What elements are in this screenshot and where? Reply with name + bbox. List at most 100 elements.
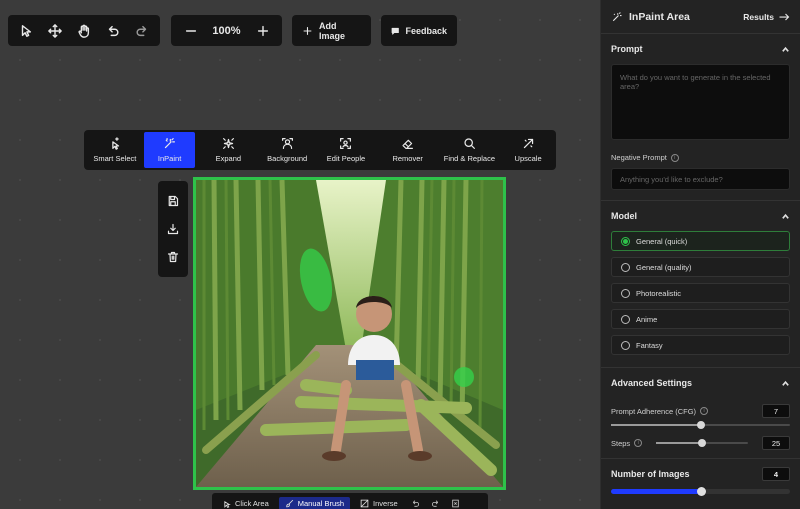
feedback-label: Feedback [405,25,447,36]
slider-thumb[interactable] [696,487,706,496]
model-option-photorealistic[interactable]: Photorealistic [611,283,790,303]
cfg-value-input[interactable]: 7 [762,404,790,418]
move-tool-button[interactable] [41,16,70,46]
prompt-section: Prompt Negative Prompt i [601,34,800,201]
model-option-label: Fantasy [636,340,663,350]
info-icon[interactable]: i [670,153,679,162]
redo-icon [136,25,146,36]
cfg-label: Prompt Adherence (CFG) [611,406,697,416]
slider-thumb[interactable] [696,421,705,429]
advanced-settings-header[interactable]: Advanced Settings [611,368,790,398]
chat-bubble-icon [391,27,399,35]
advanced-settings-section: Advanced Settings Prompt Adherence (CFG)… [601,368,800,459]
negative-prompt-label-row: Negative Prompt i [611,153,790,162]
results-label: Results [743,11,774,22]
slider-thumb[interactable] [698,439,707,447]
bamboo-path-photo [196,180,503,487]
brush-undo-button[interactable] [408,495,424,509]
brush-icon [286,499,293,507]
magic-wand-icon [612,11,622,21]
model-option-label: Photorealistic [636,288,682,298]
image-side-tools [158,181,188,277]
info-icon[interactable]: i [700,407,709,415]
model-option-general-quality[interactable]: General (quality) [611,257,790,277]
redo-icon [432,499,439,507]
zoom-in-button[interactable] [248,16,278,46]
click-cursor-icon [224,500,231,508]
model-option-general-quick[interactable]: General (quick) [611,231,790,251]
prompt-section-header[interactable]: Prompt [611,34,790,64]
model-option-label: General (quick) [636,236,688,246]
clear-mask-button[interactable] [448,495,464,509]
zoom-out-button[interactable] [176,16,206,46]
radio-icon [621,340,630,350]
mode-inpaint[interactable]: InPaint [143,132,196,168]
radio-icon [621,262,630,272]
number-of-images-heading: Number of Images [611,469,690,479]
download-button[interactable] [158,218,188,240]
mode-label: Upscale [514,154,542,163]
hand-tool-button[interactable] [70,16,99,46]
click-area-button[interactable]: Click Area [216,497,275,509]
manual-brush-button[interactable]: Manual Brush [278,496,351,509]
inverse-button[interactable]: Inverse [354,497,404,509]
results-button[interactable]: Results [743,11,790,23]
tool-group [8,15,160,46]
model-option-fantasy[interactable]: Fantasy [611,335,790,355]
mode-expand[interactable]: Expand [195,132,261,168]
canvas-area[interactable]: 100% Add Image Feedback Smart Select InP… [0,0,600,509]
cursor-icon [22,24,32,37]
prompt-heading: Prompt [611,44,643,54]
face-scan-icon [340,138,352,149]
panel-header: InPaint Area Results [601,0,800,34]
inpaint-panel: InPaint Area Results Prompt Negative Pro… [600,0,800,509]
undo-icon [413,499,420,507]
model-section-header[interactable]: Model [611,201,790,231]
plus-icon [257,25,268,36]
model-option-label: Anime [636,314,658,324]
brush-redo-button[interactable] [428,495,444,509]
model-option-anime[interactable]: Anime [611,309,790,329]
number-of-images-header: Number of Images 4 [611,459,790,489]
minus-icon [185,29,196,32]
slider-fill [656,442,703,444]
mode-edit-people[interactable]: Edit People [313,132,379,168]
mode-smart-select[interactable]: Smart Select [86,132,144,168]
click-area-label: Click Area [235,498,269,508]
info-icon[interactable]: i [634,439,643,447]
chevron-up-icon [782,380,789,386]
upscale-icon [523,138,533,149]
radio-icon [621,288,630,298]
number-of-images-input[interactable]: 4 [762,467,790,481]
steps-value-input[interactable]: 25 [762,436,790,450]
cfg-row: Prompt Adherence (CFG) i 7 [611,404,790,418]
expand-sparkle-icon [222,138,234,149]
negative-prompt-input[interactable] [611,168,790,190]
mode-remover[interactable]: Remover [379,132,437,168]
redo-button[interactable] [127,16,156,46]
magic-wand-icon [164,138,176,149]
mode-label: Smart Select [93,154,137,163]
undo-button[interactable] [98,16,127,46]
number-of-images-section: Number of Images 4 [601,459,800,496]
manual-brush-label: Manual Brush [297,498,345,508]
add-image-button[interactable]: Add Image [292,15,371,46]
canvas-image[interactable] [193,177,506,490]
prompt-input[interactable] [611,64,790,140]
download-icon [167,223,179,235]
delete-button[interactable] [158,246,188,268]
number-of-images-slider[interactable] [611,487,790,496]
mode-upscale[interactable]: Upscale [502,132,554,168]
feedback-button[interactable]: Feedback [381,15,457,46]
inverse-icon [360,499,369,507]
add-image-label: Add Image [318,20,345,41]
trash-icon [167,251,179,263]
save-button[interactable] [158,190,188,212]
brush-toolbar: Click Area Manual Brush Inverse [212,493,488,509]
steps-slider[interactable] [656,439,748,447]
model-section: Model General (quick) General (quality) … [601,201,800,368]
mode-find-replace[interactable]: Find & Replace [437,132,503,168]
mode-background[interactable]: Background [261,132,313,168]
select-tool-button[interactable] [12,16,41,46]
cfg-slider[interactable] [611,421,790,429]
